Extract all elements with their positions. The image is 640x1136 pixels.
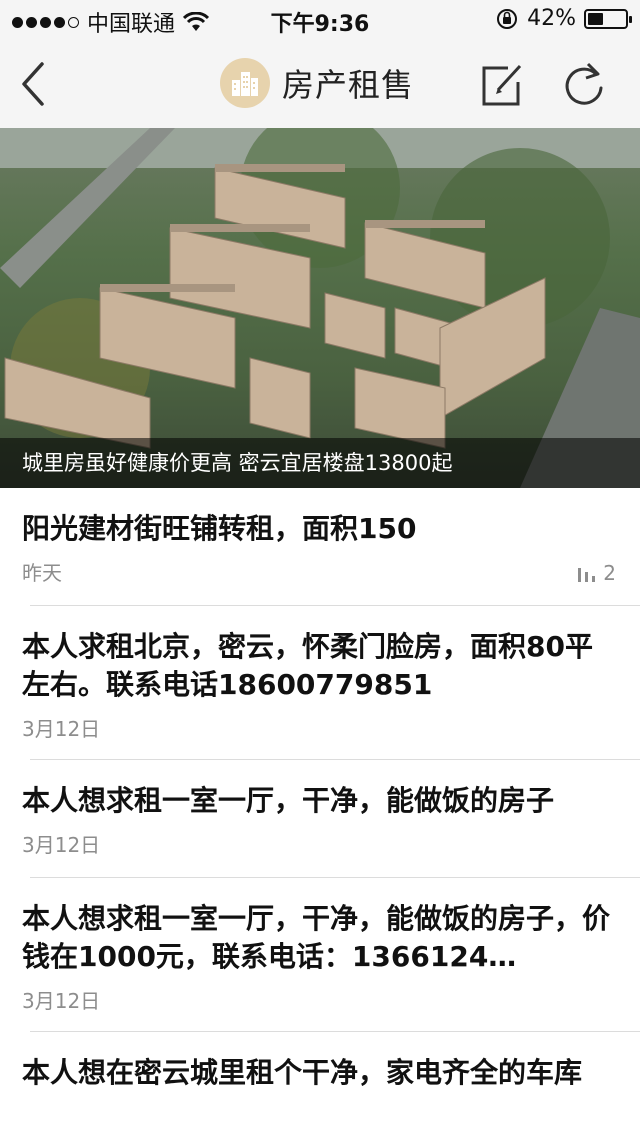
refresh-icon[interactable] (560, 60, 608, 108)
view-count: 2 (603, 561, 616, 585)
edit-icon[interactable] (478, 60, 526, 108)
nav-title-group: 房产租售 (220, 58, 414, 108)
list-item[interactable]: 本人想求租一室一厅，干净，能做饭的房子，价钱在1000元，联系电话：136612… (0, 878, 640, 1032)
item-meta: 3月12日 (22, 716, 616, 742)
nav-bar: 房产租售 (0, 40, 640, 128)
list-item[interactable]: 本人求租北京，密云，怀柔门脸房，面积80平左右。联系电话18600779851 … (0, 606, 640, 760)
item-title: 本人求租北京，密云，怀柔门脸房，面积80平左右。联系电话18600779851 (22, 630, 593, 701)
banner-image (0, 128, 640, 488)
item-meta: 昨天 2 (22, 560, 616, 586)
rotation-lock-icon (497, 8, 518, 29)
bar-chart-icon (578, 568, 596, 582)
list-item[interactable]: 本人想求租一室一厅，干净，能做饭的房子 3月12日 (0, 760, 640, 878)
item-title: 阳光建材街旺铺转租，面积150 (22, 512, 417, 545)
item-views: 2 (577, 560, 616, 586)
banner-carousel[interactable]: 城里房虽好健康价更高 密云宜居楼盘13800起 (0, 128, 640, 488)
battery-fill (588, 12, 603, 25)
item-title: 本人想在密云城里租个干净，家电齐全的车库 (22, 1056, 583, 1089)
list-item[interactable]: 本人想在密云城里租个干净，家电齐全的车库 (0, 1032, 640, 1136)
item-meta: 3月12日 (22, 832, 616, 858)
item-meta: 3月12日 (22, 988, 616, 1014)
status-bar: 中国联通 下午9:36 42% (0, 0, 640, 40)
list-item[interactable]: 阳光建材街旺铺转租，面积150 昨天 2 (0, 488, 640, 606)
item-date: 昨天 (22, 561, 62, 585)
item-title: 本人想求租一室一厅，干净，能做饭的房子，价钱在1000元，联系电话：136612… (22, 902, 611, 973)
item-date: 3月12日 (22, 833, 101, 857)
item-title: 本人想求租一室一厅，干净，能做饭的房子 (22, 784, 555, 817)
battery-icon (584, 8, 632, 29)
building-logo-icon (220, 58, 270, 108)
back-chevron-icon[interactable] (16, 56, 56, 112)
battery-percent: 42% (527, 6, 576, 31)
post-list: 阳光建材街旺铺转租，面积150 昨天 2 本人求租北京，密云，怀柔门脸房，面积8… (0, 488, 640, 1136)
page-title: 房产租售 (282, 66, 415, 104)
item-date: 3月12日 (22, 717, 101, 741)
banner-caption: 城里房虽好健康价更高 密云宜居楼盘13800起 (0, 438, 640, 488)
status-right: 42% (495, 6, 632, 31)
item-date: 3月12日 (22, 989, 101, 1013)
